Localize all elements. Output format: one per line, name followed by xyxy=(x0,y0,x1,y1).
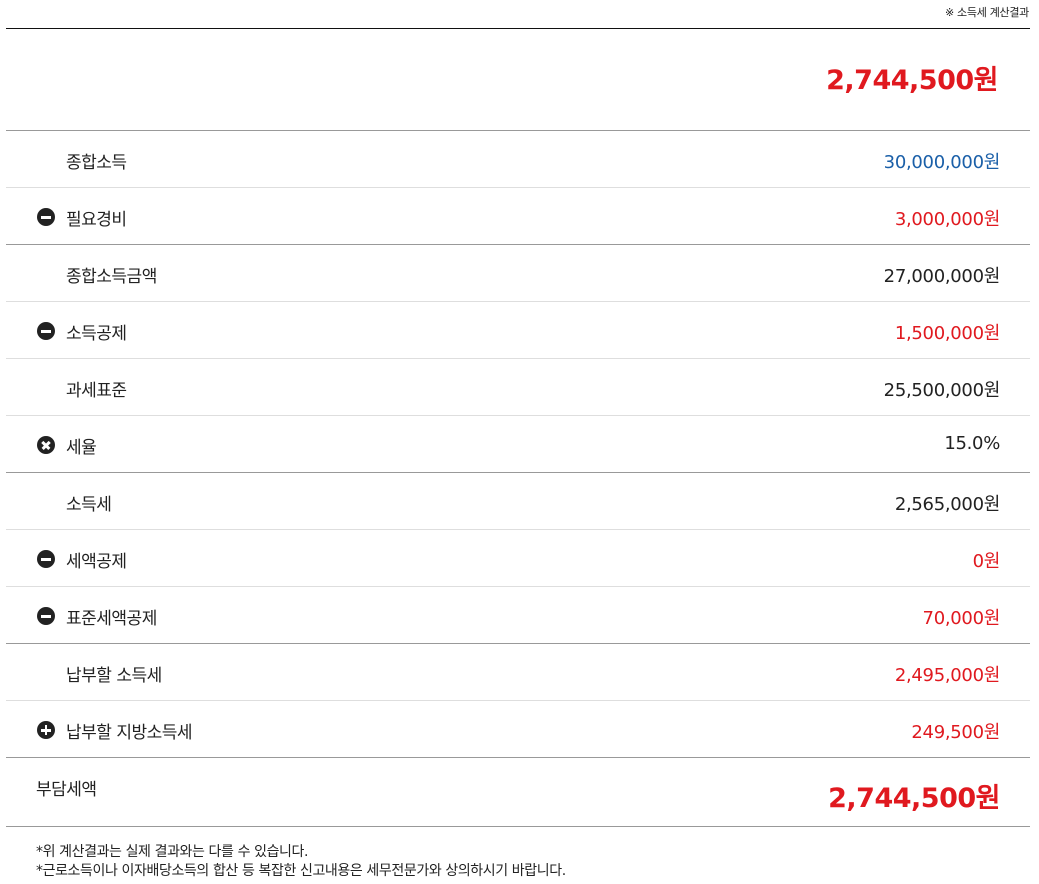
times-circle-icon xyxy=(37,436,55,454)
row-value: 30,000,000원 xyxy=(883,152,1001,173)
row-income-deduction: 소득공제 1,500,000원 xyxy=(6,301,1030,358)
row-value: 25,500,000원 xyxy=(883,380,1001,401)
row-value: 0원 xyxy=(972,551,1001,572)
row-income-amount: 종합소득금액 27,000,000원 xyxy=(6,244,1030,301)
row-label: 종합소득 xyxy=(66,153,127,173)
row-value: 1,500,000원 xyxy=(894,323,1000,344)
note-line: *위 계산결과는 실제 결과와는 다를 수 있습니다. xyxy=(36,844,309,860)
row-tax-rate: 세율 15.0% xyxy=(6,415,1030,472)
row-tax-credit: 세액공제 0원 xyxy=(6,529,1030,586)
row-label: 납부할 소득세 xyxy=(66,666,162,686)
row-value: 15.0% xyxy=(944,433,1000,454)
plus-circle-icon xyxy=(37,721,55,739)
row-label: 표준세액공제 xyxy=(66,609,157,629)
minus-circle-icon xyxy=(37,550,55,568)
row-label: 소득공제 xyxy=(66,324,127,344)
row-value: 249,500원 xyxy=(911,722,1000,743)
final-label: 부담세액 xyxy=(36,780,97,800)
row-label: 소득세 xyxy=(66,495,112,515)
row-income-tax: 소득세 2,565,000원 xyxy=(6,472,1030,529)
row-value: 3,000,000원 xyxy=(894,209,1000,230)
disclaimer-notes: *위 계산결과는 실제 결과와는 다를 수 있습니다. *근로소득이나 이자배당… xyxy=(36,843,566,881)
minus-circle-icon xyxy=(37,322,55,340)
row-label: 종합소득금액 xyxy=(66,267,157,287)
row-label: 필요경비 xyxy=(66,210,127,230)
row-necessary-expenses: 필요경비 3,000,000원 xyxy=(6,187,1030,244)
row-label: 납부할 지방소득세 xyxy=(66,723,193,743)
row-label: 세율 xyxy=(66,438,97,458)
row-label: 세액공제 xyxy=(66,552,127,572)
row-payable-income-tax: 납부할 소득세 2,495,000원 xyxy=(6,643,1030,700)
minus-circle-icon xyxy=(37,607,55,625)
top-divider xyxy=(6,28,1030,29)
note-line: *근로소득이나 이자배당소득의 합산 등 복잡한 신고내용은 세무전문가와 상의… xyxy=(36,863,566,879)
row-value: 70,000원 xyxy=(922,608,1001,629)
result-caption: ※ 소득세 계산결과 xyxy=(944,6,1029,19)
row-comprehensive-income: 종합소득 30,000,000원 xyxy=(6,130,1030,187)
row-payable-local-income-tax: 납부할 지방소득세 249,500원 xyxy=(6,700,1030,757)
calculation-table: 종합소득 30,000,000원 필요경비 3,000,000원 종합소득금액 … xyxy=(6,130,1030,827)
row-standard-tax-credit: 표준세액공제 70,000원 xyxy=(6,586,1030,643)
row-label: 과세표준 xyxy=(66,381,127,401)
row-value: 27,000,000원 xyxy=(883,266,1001,287)
minus-circle-icon xyxy=(37,208,55,226)
row-value: 2,495,000원 xyxy=(894,665,1000,686)
row-tax-base: 과세표준 25,500,000원 xyxy=(6,358,1030,415)
row-value: 2,565,000원 xyxy=(894,494,1000,515)
final-value: 2,744,500원 xyxy=(828,783,1000,814)
row-total-tax-burden: 부담세액 2,744,500원 xyxy=(6,757,1030,827)
summary-total: 2,744,500원 xyxy=(826,65,998,96)
